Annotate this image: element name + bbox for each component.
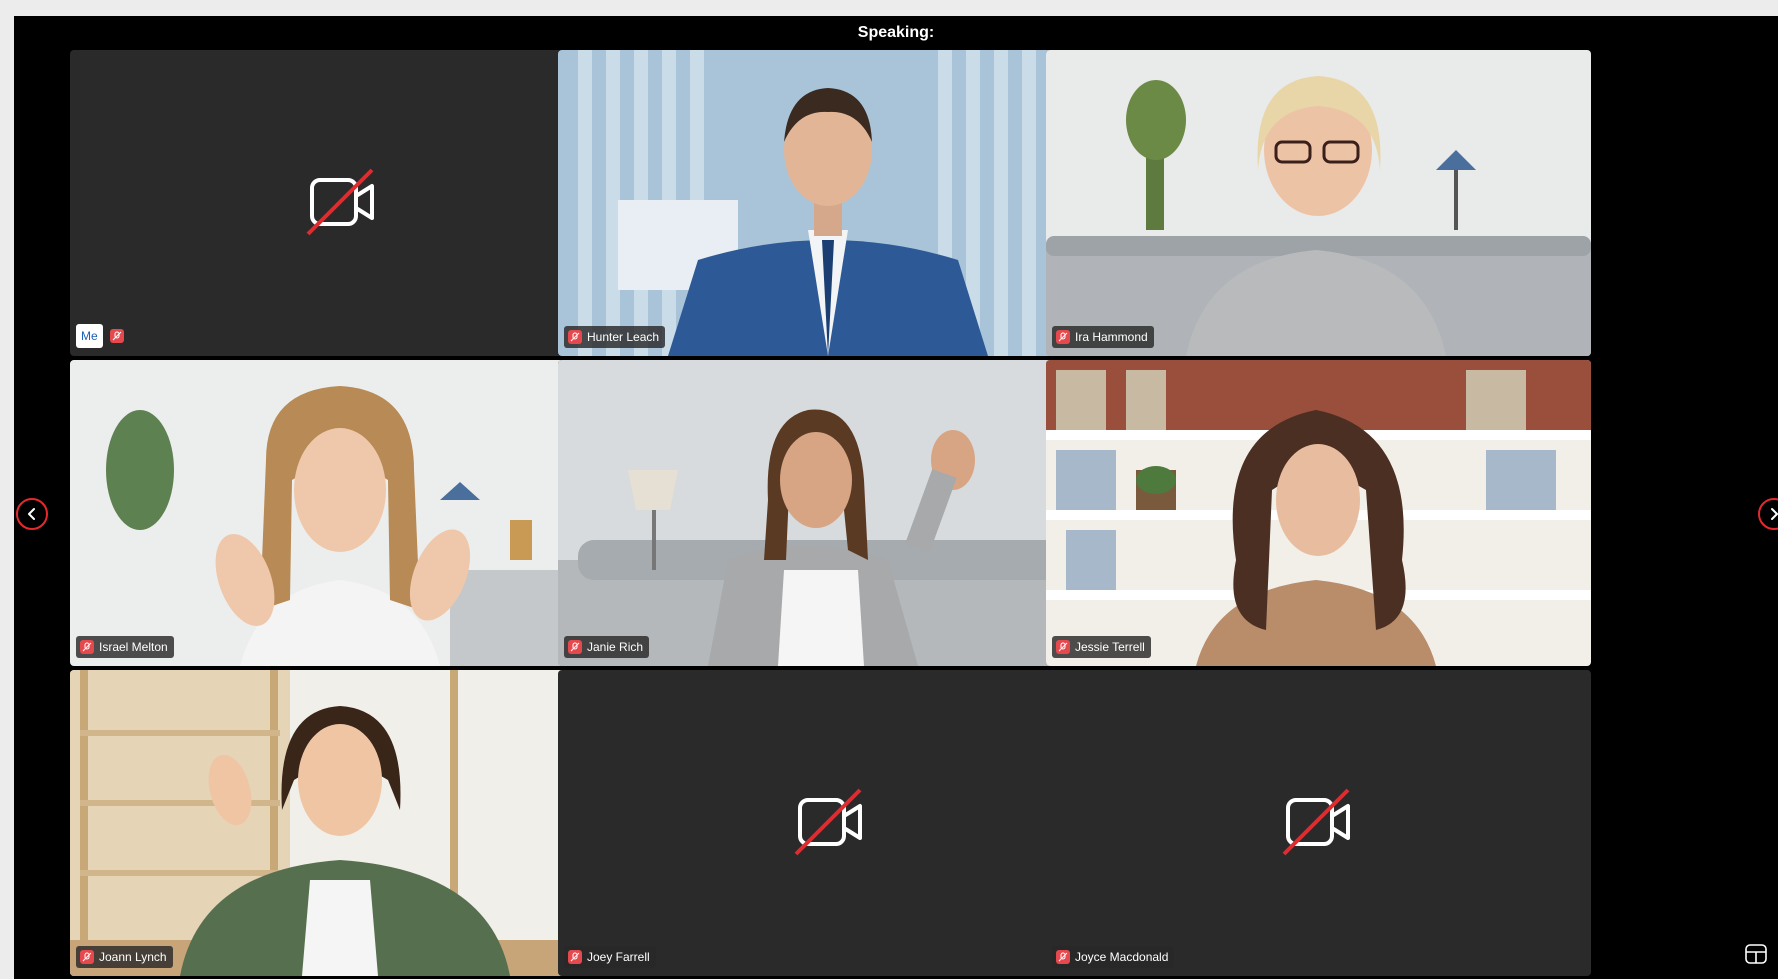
self-video-tile[interactable]: Me — [70, 50, 615, 356]
participant-name: Ira Hammond — [1075, 330, 1148, 344]
mic-off-icon — [1056, 950, 1070, 964]
mic-off-icon — [80, 640, 94, 654]
participant-name-tag: Ira Hammond — [1052, 326, 1154, 348]
participant-name-tag: Joann Lynch — [76, 946, 173, 968]
participant-tile-hunter-leach[interactable]: Hunter Leach — [558, 50, 1103, 356]
participant-name: Joann Lynch — [99, 950, 167, 964]
participant-tile-jessie-terrell[interactable]: Jessie Terrell — [1046, 360, 1591, 666]
participant-name: Israel Melton — [99, 640, 168, 654]
participant-tile-joyce-macdonald[interactable]: Joyce Macdonald — [1046, 670, 1591, 976]
chevron-right-icon — [1771, 508, 1778, 520]
mic-off-icon — [80, 950, 94, 964]
participant-tile-israel-melton[interactable]: Israel Melton — [70, 360, 615, 666]
participant-tile-ira-hammond[interactable]: Ira Hammond — [1046, 50, 1591, 356]
participant-name: Jessie Terrell — [1075, 640, 1145, 654]
participant-name: Joey Farrell — [587, 950, 650, 964]
participant-tile-janie-rich[interactable]: Janie Rich — [558, 360, 1103, 666]
participant-video — [1046, 360, 1591, 666]
participant-name: Joyce Macdonald — [1075, 950, 1169, 964]
participant-tile-joann-lynch[interactable]: Joann Lynch — [70, 670, 615, 976]
self-badge: Me — [76, 324, 127, 348]
mic-off-icon — [1056, 640, 1070, 654]
layout-grid-icon[interactable] — [1744, 942, 1768, 966]
previous-page-button[interactable] — [16, 498, 48, 530]
participant-tile-joey-farrell[interactable]: Joey Farrell — [558, 670, 1103, 976]
mic-off-icon — [109, 329, 124, 343]
participant-name-tag: Israel Melton — [76, 636, 174, 658]
mic-off-icon — [1056, 330, 1070, 344]
camera-off-icon — [794, 788, 862, 856]
participant-name-tag: Hunter Leach — [564, 326, 666, 348]
mic-off-icon — [568, 950, 582, 964]
camera-off-icon — [1282, 788, 1350, 856]
participant-video — [558, 360, 1103, 666]
meeting-window: Speaking: Me Hunter Leach Ira Hammond Is… — [14, 16, 1778, 979]
me-label: Me — [76, 324, 103, 348]
camera-off-icon — [306, 168, 374, 236]
participant-video — [70, 670, 615, 976]
mic-off-icon — [568, 330, 582, 344]
participant-video — [1046, 50, 1591, 356]
mic-off-icon — [568, 640, 582, 654]
self-mic-status — [106, 325, 127, 347]
participant-video — [70, 360, 615, 666]
next-page-button[interactable] — [1758, 498, 1778, 530]
participant-name-tag: Janie Rich — [564, 636, 650, 658]
speaking-indicator: Speaking: — [857, 24, 935, 41]
participant-name: Janie Rich — [587, 640, 644, 654]
participant-name-tag: Joey Farrell — [564, 946, 656, 968]
participant-name-tag: Joyce Macdonald — [1052, 946, 1175, 968]
participant-video — [558, 50, 1103, 356]
participant-name: Hunter Leach — [587, 330, 660, 344]
participant-name-tag: Jessie Terrell — [1052, 636, 1151, 658]
chevron-left-icon — [28, 508, 35, 520]
